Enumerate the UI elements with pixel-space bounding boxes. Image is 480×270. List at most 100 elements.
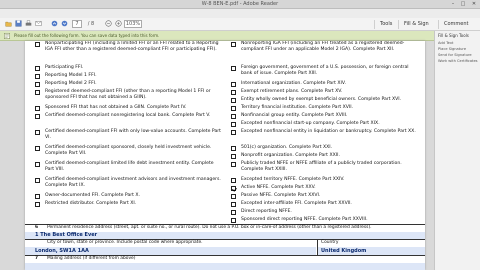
checkbox[interactable] bbox=[35, 193, 40, 199]
mailing-address-field[interactable] bbox=[25, 263, 425, 270]
print-icon[interactable] bbox=[24, 20, 32, 28]
checkbox[interactable] bbox=[231, 65, 236, 71]
left-option-11[interactable]: Owner-documented FFI. Complete Part X. bbox=[35, 193, 221, 199]
checkbox[interactable] bbox=[35, 65, 40, 71]
right-option-13[interactable]: Active NFFE. Complete Part XXV. bbox=[231, 185, 421, 191]
next-page-icon[interactable] bbox=[60, 20, 68, 28]
save-icon[interactable] bbox=[14, 20, 22, 28]
pane-item-certificates[interactable]: Work with Certificates bbox=[435, 58, 480, 64]
street-address-value: 1 The Best Office Ever bbox=[35, 232, 98, 238]
checkbox[interactable] bbox=[35, 145, 40, 151]
checkbox[interactable] bbox=[231, 153, 236, 159]
left-option-1[interactable]: Participating FFI. bbox=[35, 65, 221, 71]
checkbox[interactable] bbox=[231, 209, 236, 215]
right-option-1[interactable]: Foreign government, government of a U.S.… bbox=[231, 65, 421, 77]
right-option-5[interactable]: Territory financial institution. Complet… bbox=[231, 105, 421, 111]
section-6-number: 6 bbox=[35, 225, 39, 230]
section-7-label: Mailing address (if different from above… bbox=[47, 256, 136, 261]
checkbox-checked[interactable] bbox=[231, 185, 236, 191]
left-option-3[interactable]: Reporting Model 2 FFI. bbox=[35, 81, 221, 87]
checkbox[interactable] bbox=[35, 113, 40, 119]
zoom-select[interactable]: 103% bbox=[124, 20, 142, 28]
right-option-17[interactable]: Sponsored direct reporting NFFE. Complet… bbox=[231, 217, 421, 223]
form-notice-bar: Please fill out the following form. You … bbox=[0, 31, 434, 41]
right-option-11[interactable]: Publicly traded NFFE or NFFE affiliate o… bbox=[231, 161, 421, 173]
minimize-button[interactable]: – bbox=[448, 1, 458, 7]
pdf-page: Nonparticipating FFI (including a limite… bbox=[25, 41, 425, 270]
section-6-label: Permanent residence address (street, apt… bbox=[47, 225, 372, 230]
right-option-14[interactable]: Passive NFFE. Complete Part XXVI. bbox=[231, 193, 421, 199]
checkbox[interactable] bbox=[231, 201, 236, 207]
zoom-in-icon[interactable] bbox=[114, 20, 122, 28]
prev-page-icon[interactable] bbox=[50, 20, 58, 28]
city-value: London, SW1A 1AA bbox=[35, 248, 89, 254]
checkbox[interactable] bbox=[35, 89, 40, 95]
checkbox[interactable] bbox=[231, 89, 236, 95]
left-option-6[interactable]: Certified deemed-compliant nonregisterin… bbox=[35, 113, 221, 119]
open-icon[interactable] bbox=[4, 20, 12, 28]
left-option-5[interactable]: Sponsored FFI that has not obtained a GI… bbox=[35, 105, 221, 111]
page-total: / 8 bbox=[87, 21, 95, 27]
checkbox[interactable] bbox=[231, 193, 236, 199]
tools-tab[interactable]: Tools bbox=[374, 20, 397, 29]
right-option-16[interactable]: Direct reporting NFFE. bbox=[231, 209, 421, 215]
email-icon[interactable] bbox=[34, 20, 42, 28]
form-info-icon bbox=[4, 33, 10, 39]
window-title: W-8 BEN-E.pdf - Adobe Reader bbox=[201, 1, 279, 7]
right-option-7[interactable]: Excepted nonfinancial start-up company. … bbox=[231, 121, 421, 127]
city-label: City or town, state or province. Include… bbox=[47, 240, 203, 245]
right-option-9[interactable]: 501(c) organization. Complete Part XXI. bbox=[231, 145, 421, 151]
left-option-12[interactable]: Restricted distributor. Complete Part XI… bbox=[35, 201, 221, 207]
checkbox[interactable] bbox=[231, 113, 236, 119]
checkbox[interactable] bbox=[231, 105, 236, 111]
checkbox[interactable] bbox=[231, 145, 236, 151]
checkbox[interactable] bbox=[231, 121, 236, 127]
checkbox[interactable] bbox=[231, 217, 236, 223]
checkbox[interactable] bbox=[231, 81, 236, 87]
pane-header[interactable]: Fill & Sign Tools bbox=[435, 31, 480, 40]
checkbox[interactable] bbox=[35, 73, 40, 79]
right-option-12[interactable]: Excepted territory NFFE. Complete Part X… bbox=[231, 177, 421, 183]
checkbox[interactable] bbox=[35, 41, 40, 47]
right-option-0[interactable]: Nonreporting IGA FFI (including an FFI t… bbox=[231, 41, 421, 53]
checkbox[interactable] bbox=[231, 129, 236, 135]
right-option-8[interactable]: Excepted nonfinancial entity in liquidat… bbox=[231, 129, 421, 135]
left-option-10[interactable]: Certified deemed-compliant investment ad… bbox=[35, 177, 221, 189]
left-option-8[interactable]: Certified deemed-compliant sponsored, cl… bbox=[35, 145, 221, 157]
menu-bar: File Edit View Window Help bbox=[0, 9, 480, 26]
checkbox[interactable] bbox=[231, 177, 236, 183]
zoom-out-icon[interactable] bbox=[104, 20, 112, 28]
close-button[interactable]: ✕ bbox=[469, 1, 479, 7]
checkbox[interactable] bbox=[231, 161, 236, 167]
page-number-input[interactable]: 7 bbox=[72, 20, 82, 28]
comment-tab[interactable]: Comment bbox=[438, 20, 474, 29]
right-tools-pane: Fill & Sign Tools Add Text Place Signatu… bbox=[434, 31, 480, 270]
checkbox[interactable] bbox=[35, 81, 40, 87]
left-option-7[interactable]: Certified deemed-compliant FFI with only… bbox=[35, 129, 221, 141]
checkbox[interactable] bbox=[35, 105, 40, 111]
maximize-button[interactable]: □ bbox=[458, 1, 468, 7]
notice-text: Please fill out the following form. You … bbox=[14, 33, 160, 38]
toolbar: 7 / 8 103% Tools Fill & Sign Comment bbox=[0, 18, 480, 31]
checkbox[interactable] bbox=[35, 201, 40, 207]
left-option-9[interactable]: Certified deemed-compliant limited life … bbox=[35, 161, 221, 173]
checkbox[interactable] bbox=[231, 97, 236, 103]
right-option-2[interactable]: International organization. Complete Par… bbox=[231, 81, 421, 87]
country-label: Country bbox=[321, 240, 339, 245]
checkbox[interactable] bbox=[35, 161, 40, 167]
checkbox[interactable] bbox=[35, 129, 40, 135]
title-bar: W-8 BEN-E.pdf - Adobe Reader – □ ✕ bbox=[0, 0, 480, 9]
right-option-4[interactable]: Entity wholly owned by exempt beneficial… bbox=[231, 97, 421, 103]
fill-sign-tab[interactable]: Fill & Sign bbox=[398, 20, 434, 29]
left-option-0[interactable]: Nonparticipating FFI (including a limite… bbox=[35, 41, 221, 53]
right-option-3[interactable]: Exempt retirement plans. Complete Part X… bbox=[231, 89, 421, 95]
left-option-2[interactable]: Reporting Model 1 FFI. bbox=[35, 73, 221, 79]
right-option-6[interactable]: Nonfinancial group entity. Complete Part… bbox=[231, 113, 421, 119]
right-option-15[interactable]: Excepted inter-affiliate FFI. Complete P… bbox=[231, 201, 421, 207]
checkbox[interactable] bbox=[35, 177, 40, 183]
left-option-4[interactable]: Registered deemed-compliant FFI (other t… bbox=[35, 89, 221, 101]
checkbox[interactable] bbox=[231, 41, 236, 47]
right-option-10[interactable]: Nonprofit organization. Complete Part XX… bbox=[231, 153, 421, 159]
section-7-number: 7 bbox=[35, 256, 39, 261]
country-value: United Kingdom bbox=[321, 248, 367, 254]
